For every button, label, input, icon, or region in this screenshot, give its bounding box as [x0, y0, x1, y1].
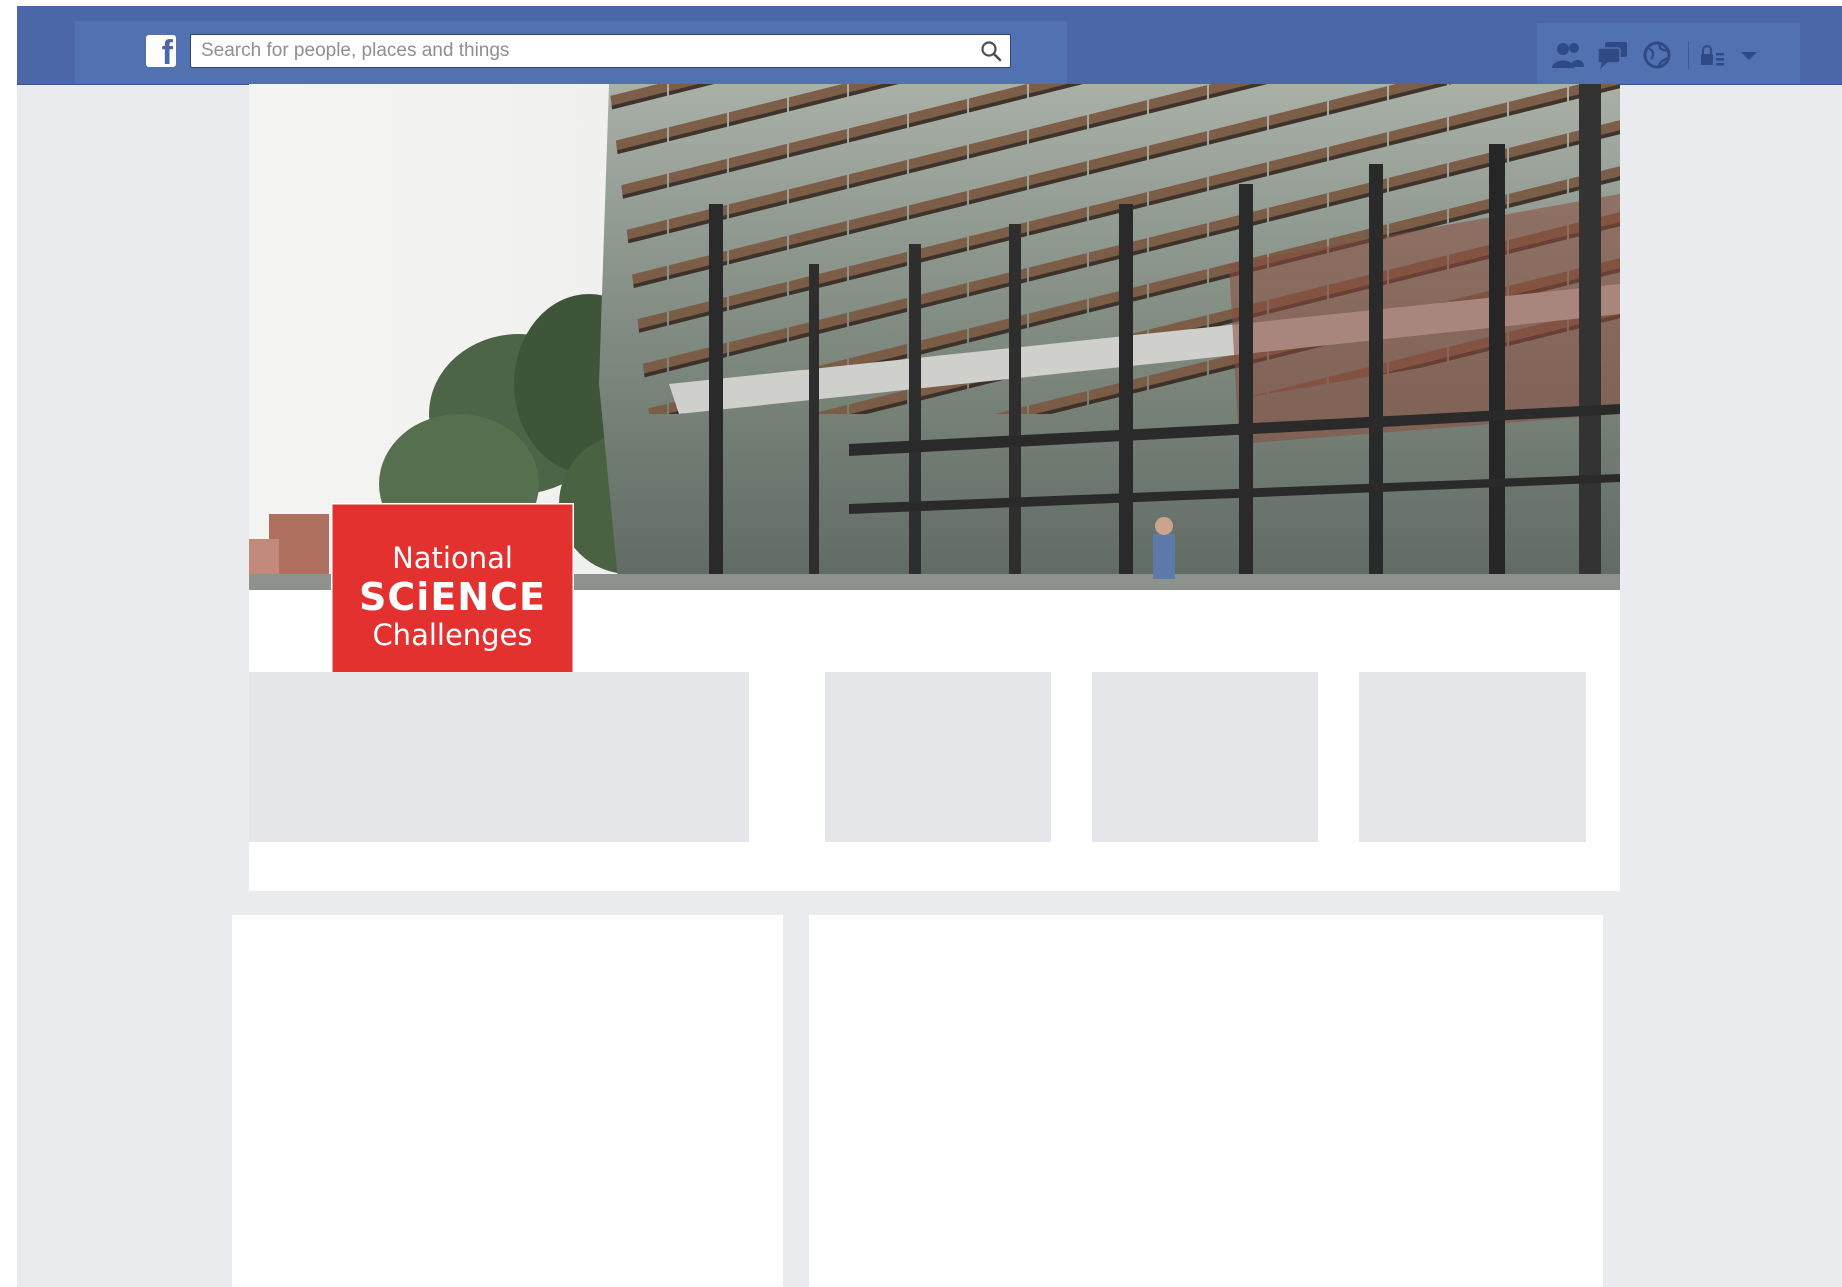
friend-requests-icon[interactable]: [1550, 38, 1586, 72]
toolbar-divider: [1688, 41, 1689, 69]
photo-placeholder: [1359, 672, 1586, 842]
page-header-card: National SCiENCE Challenges: [249, 84, 1620, 891]
logo-text-science: SCiENCE: [359, 575, 546, 619]
top-navigation-bar: f: [17, 6, 1842, 85]
chevron-down-icon[interactable]: [1738, 48, 1760, 62]
facebook-logo-icon[interactable]: f: [146, 35, 176, 70]
left-column-panel: [232, 915, 783, 1287]
search-box: [190, 34, 1011, 68]
logo-text-challenges: Challenges: [372, 618, 533, 652]
logo-text-national: National: [392, 541, 513, 575]
about-placeholder: [249, 672, 749, 842]
notifications-globe-icon[interactable]: [1640, 38, 1676, 72]
photo-placeholder: [825, 672, 1051, 842]
messages-icon[interactable]: [1595, 38, 1631, 72]
search-icon[interactable]: [980, 40, 1002, 62]
search-input[interactable]: [191, 35, 971, 67]
privacy-shortcuts-icon[interactable]: [1698, 42, 1728, 70]
timeline-panel: [809, 915, 1603, 1287]
photo-placeholder: [1092, 672, 1318, 842]
